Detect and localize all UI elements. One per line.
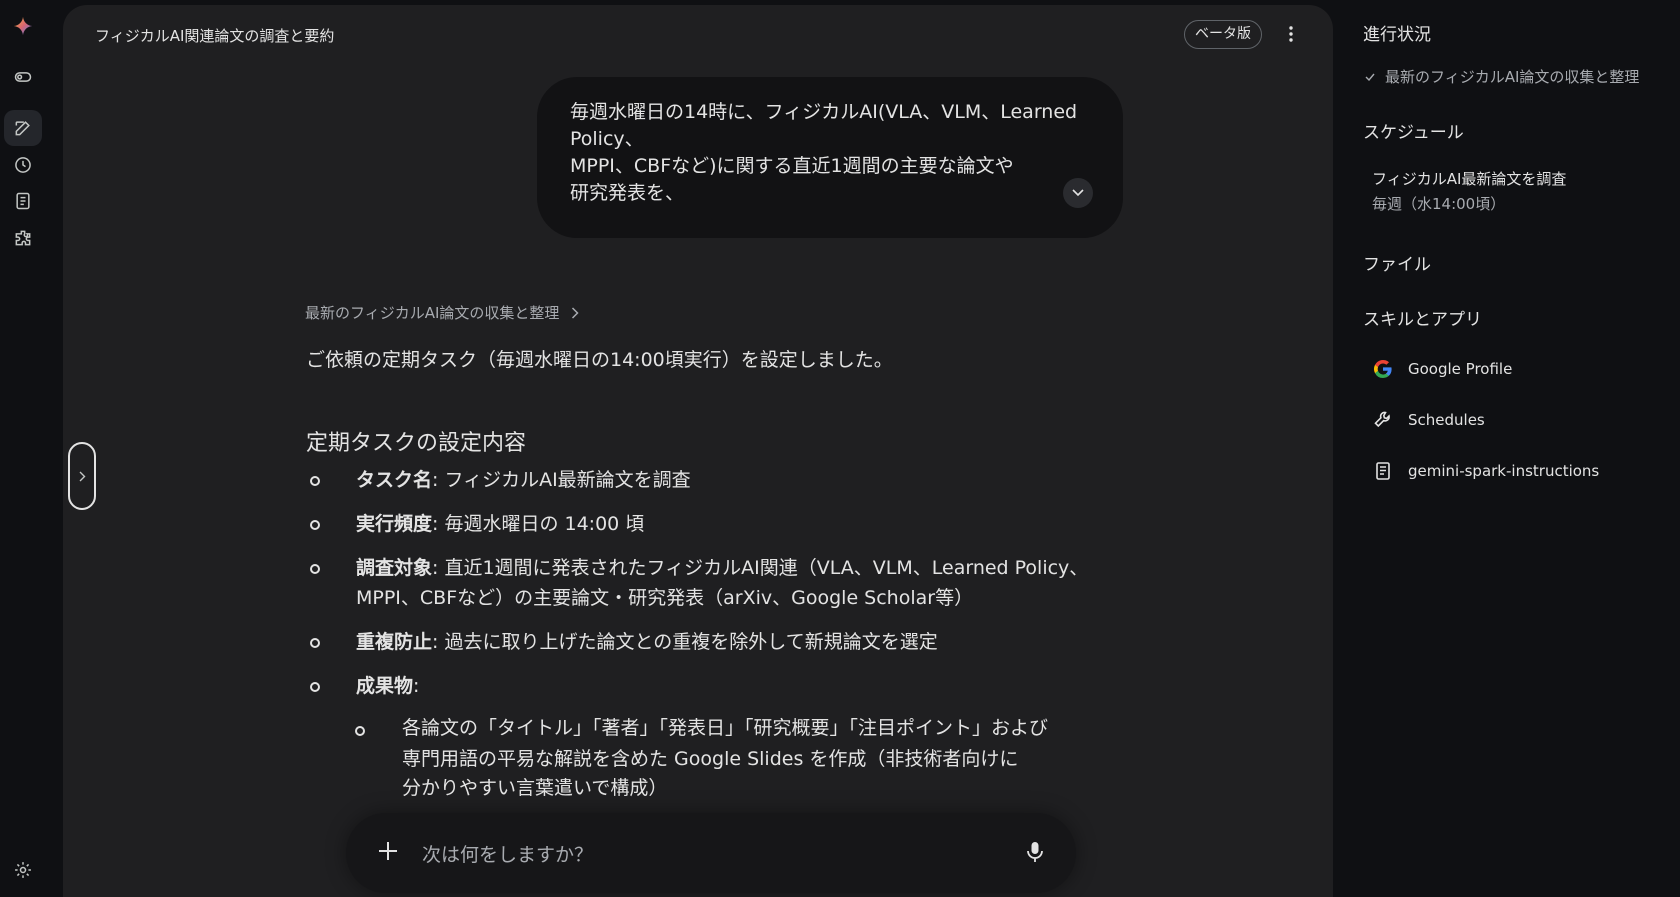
list-item: タスク名: フィジカルAI最新論文を調査 bbox=[356, 465, 691, 496]
microphone-button[interactable] bbox=[1020, 837, 1050, 867]
list-item-label: タスク名 bbox=[356, 469, 433, 491]
bullet-icon bbox=[310, 476, 320, 486]
list-item-text: : 毎週水曜日の 14:00 頃 bbox=[432, 513, 645, 535]
add-attachment-button[interactable] bbox=[370, 833, 406, 869]
gemini-logo-icon[interactable] bbox=[4, 8, 42, 44]
list-item-continuation: MPPI、CBFなど）の主要論文・研究発表（arXiv、Google Schol… bbox=[356, 587, 974, 609]
extensions-icon[interactable] bbox=[4, 220, 42, 256]
conversation-area: フィジカルAI関連論文の調査と要約 ベータ版 毎週水曜日の14時に、フィジカルA… bbox=[63, 5, 1333, 897]
app-item-label: Google Profile bbox=[1408, 360, 1513, 378]
sub-bullet-icon bbox=[355, 726, 365, 736]
progress-heading: 進行状況 bbox=[1363, 25, 1431, 45]
bullet-icon bbox=[310, 682, 320, 692]
progress-item: 最新のフィジカルAI論文の収集と整理 bbox=[1365, 66, 1639, 87]
list-item: 調査対象: 直近1週間に発表されたフィジカルAI関連（VLA、VLM、Learn… bbox=[356, 553, 1088, 584]
check-icon bbox=[1365, 73, 1375, 81]
list-item-label: 実行頻度 bbox=[356, 513, 433, 535]
app-item-schedules[interactable]: Schedules bbox=[1372, 409, 1485, 431]
schedule-frequency: 毎週（水14:00頃） bbox=[1372, 195, 1506, 213]
new-chat-icon[interactable] bbox=[4, 110, 42, 146]
chevron-right-icon bbox=[79, 471, 85, 481]
list-item-label: 重複防止 bbox=[356, 631, 433, 653]
history-icon[interactable] bbox=[4, 147, 42, 183]
schedule-heading: スケジュール bbox=[1363, 123, 1464, 143]
thinking-step-label: 最新のフィジカルAI論文の収集と整理 bbox=[305, 304, 560, 322]
section-heading: 定期タスクの設定内容 bbox=[306, 431, 527, 456]
list-item: 重複防止: 過去に取り上げた論文との重複を除外して新規論文を選定 bbox=[356, 627, 938, 658]
app-item-label: Schedules bbox=[1408, 411, 1485, 429]
beta-badge[interactable]: ベータ版 bbox=[1184, 20, 1262, 49]
list-item: 成果物: bbox=[356, 671, 419, 702]
bullet-icon bbox=[310, 520, 320, 530]
bullet-icon bbox=[310, 564, 320, 574]
sub-list-line: 専門用語の平易な解説を含めた Google Slides を作成（非技術者向けに bbox=[402, 748, 1019, 770]
app-item-google-profile[interactable]: Google Profile bbox=[1372, 358, 1512, 380]
progress-item-label: 最新のフィジカルAI論文の収集と整理 bbox=[1385, 68, 1640, 86]
sub-list-line: 各論文の「タイトル」「著者」「発表日」「研究概要」「注目ポイント」および bbox=[402, 717, 1049, 739]
thinking-step-link[interactable]: 最新のフィジカルAI論文の収集と整理 bbox=[305, 302, 579, 323]
chevron-down-icon bbox=[1072, 189, 1084, 197]
list-item-text: : フィジカルAI最新論文を調査 bbox=[432, 469, 691, 491]
wrench-icon bbox=[1372, 409, 1394, 431]
prompt-composer[interactable]: 次は何をしますか？ bbox=[346, 813, 1076, 893]
conversation-title: フィジカルAI関連論文の調査と要約 bbox=[95, 27, 335, 45]
files-heading: ファイル bbox=[1363, 255, 1431, 275]
prompt-input[interactable]: 次は何をしますか？ bbox=[422, 840, 593, 867]
plus-icon bbox=[379, 842, 397, 860]
app-item-gemini-spark-instructions[interactable]: gemini-spark-instructions bbox=[1372, 460, 1599, 482]
task-panel: 進行状況 最新のフィジカルAI論文の収集と整理 スケジュール フィジカルAI最新… bbox=[1345, 0, 1680, 897]
user-message-line: 毎週水曜日の14時に、フィジカルAI(VLA、VLM、Learned bbox=[570, 101, 1078, 123]
left-rail bbox=[0, 0, 46, 897]
settings-icon[interactable] bbox=[4, 852, 42, 888]
expand-panel-button[interactable] bbox=[68, 442, 96, 510]
user-message-line: MPPI、CBFなど)に関する直近1週間の主要な論文や bbox=[570, 155, 1014, 177]
list-item: 実行頻度: 毎週水曜日の 14:00 頃 bbox=[356, 509, 644, 540]
microphone-icon bbox=[1027, 842, 1043, 862]
google-icon bbox=[1372, 358, 1394, 380]
app-item-label: gemini-spark-instructions bbox=[1408, 462, 1600, 480]
user-message-line: Policy、 bbox=[570, 128, 644, 150]
apps-heading: スキルとアプリ bbox=[1363, 310, 1482, 330]
expand-message-button[interactable] bbox=[1063, 178, 1093, 208]
list-item-label: 成果物 bbox=[356, 675, 414, 697]
list-item-label: 調査対象 bbox=[356, 557, 433, 579]
bullet-icon bbox=[310, 638, 320, 648]
list-item-text: : bbox=[413, 675, 420, 697]
notebook-icon[interactable] bbox=[4, 183, 42, 219]
sub-list-line: 分かりやすい言葉遣いで構成） bbox=[402, 777, 668, 799]
document-icon bbox=[1372, 460, 1394, 482]
schedule-name[interactable]: フィジカルAI最新論文を調査 bbox=[1372, 168, 1566, 189]
user-message-line: 研究発表を、 bbox=[570, 182, 685, 204]
more-options-icon[interactable] bbox=[1279, 22, 1303, 46]
sidebar-toggle-icon[interactable] bbox=[4, 59, 42, 95]
list-item-text: : 直近1週間に発表されたフィジカルAI関連（VLA、VLM、Learned P… bbox=[432, 557, 1089, 579]
list-item-text: : 過去に取り上げた論文との重複を除外して新規論文を選定 bbox=[432, 631, 938, 653]
chevron-right-icon bbox=[572, 306, 579, 319]
user-message-bubble: 毎週水曜日の14時に、フィジカルAI(VLA、VLM、Learned Polic… bbox=[537, 77, 1123, 238]
response-intro: ご依頼の定期タスク（毎週水曜日の14:00頃実行）を設定しました。 bbox=[306, 349, 893, 371]
